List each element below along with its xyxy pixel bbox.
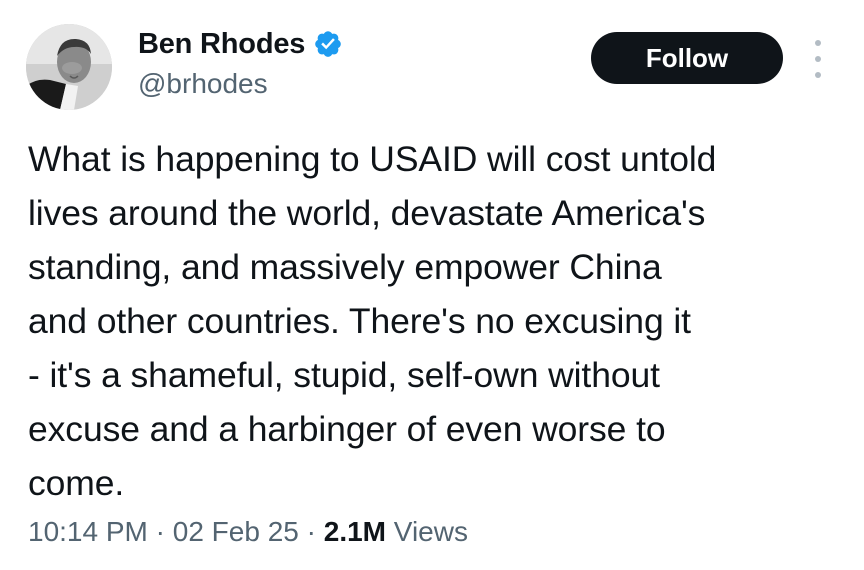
tweet-time[interactable]: 10:14 PM <box>28 516 148 547</box>
tweet-line: standing, and massively empower China <box>28 247 662 287</box>
tweet-date[interactable]: 02 Feb 25 <box>173 516 299 547</box>
more-dot <box>815 56 821 62</box>
more-dot <box>815 72 821 78</box>
author-name-row: Ben Rhodes <box>138 26 343 62</box>
meta-separator: · <box>298 516 324 547</box>
tweet-line: lives around the world, devastate Americ… <box>28 193 706 233</box>
author-name[interactable]: Ben Rhodes <box>138 26 305 62</box>
views-label: Views <box>386 516 468 547</box>
tweet-line: - it's a shameful, stupid, self-own with… <box>28 355 660 395</box>
verified-badge-icon <box>313 29 343 59</box>
tweet-text: What is happening to USAID will cost unt… <box>28 132 848 510</box>
tweet-line: What is happening to USAID will cost unt… <box>28 139 717 179</box>
tweet-line: and other countries. There's no excusing… <box>28 301 691 341</box>
more-vertical-icon[interactable] <box>808 40 828 78</box>
author-handle[interactable]: @brhodes <box>138 66 268 102</box>
tweet-line: excuse and a harbinger of even worse to <box>28 409 666 449</box>
more-dot <box>815 40 821 46</box>
tweet-line: come. <box>28 463 125 503</box>
meta-separator: · <box>147 516 173 547</box>
avatar[interactable] <box>26 24 112 110</box>
follow-button[interactable]: Follow <box>591 32 783 84</box>
views-count[interactable]: 2.1M <box>324 516 386 547</box>
avatar-photo <box>26 24 112 110</box>
tweet-meta: 10:14 PM · 02 Feb 25 · 2.1M Views <box>28 514 468 550</box>
